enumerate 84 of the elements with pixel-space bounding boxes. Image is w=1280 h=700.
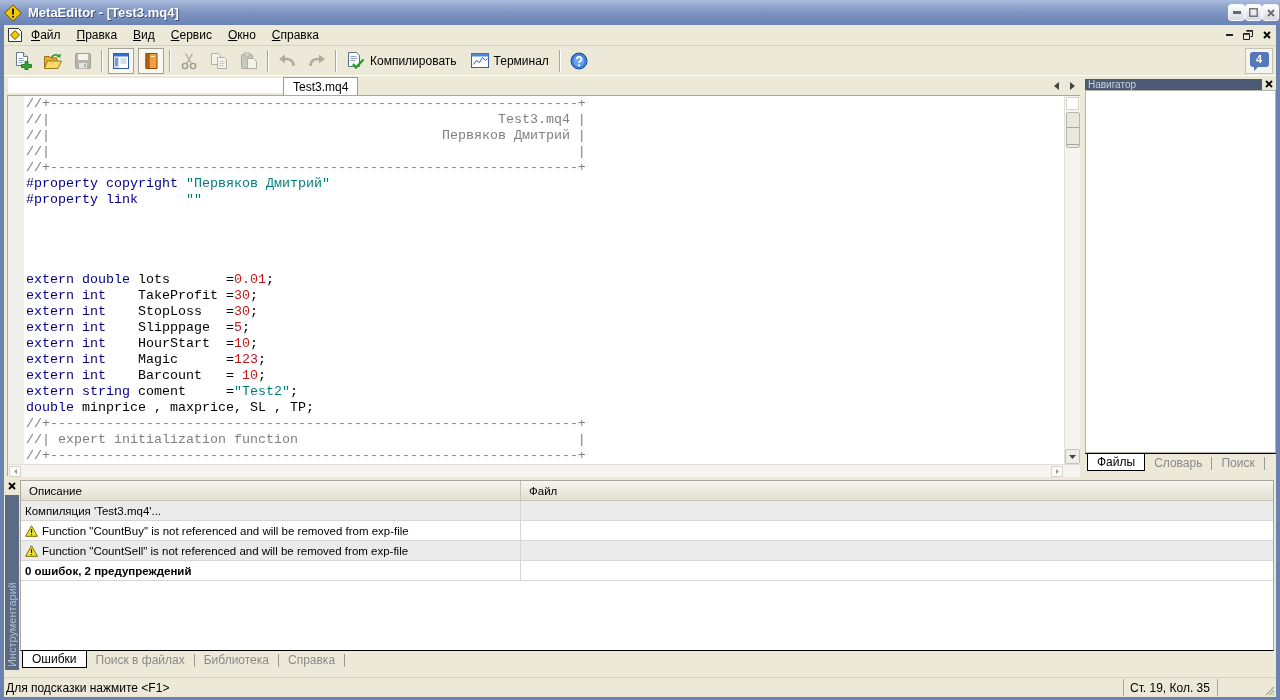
vertical-scrollbar[interactable] [1064,96,1080,464]
panel-tab[interactable]: Файлы [1087,454,1146,471]
document-check-icon [347,51,365,70]
terminal-button[interactable]: Терминал [465,47,554,74]
table-row[interactable]: Function "CountBuy" is not referenced and will be removed from exp-file [21,521,1273,541]
code-line: extern int Magic =123; [26,352,266,368]
scrollbar-thumb[interactable] [1065,112,1080,148]
status-hint: Для подсказки нажмите <F1> [5,680,171,695]
copy-icon [210,51,228,70]
code-line: //| expert initialization function | [26,432,586,448]
column-header[interactable]: Файл [520,481,1273,500]
panel-tab[interactable]: Ошибки [22,651,87,668]
code-line: //| | [26,144,586,160]
close-icon [1263,31,1271,39]
document-icon [7,27,23,43]
diamond-icon [4,3,22,22]
window-title: MetaEditor - [Test3.mq4] [28,5,179,20]
folder-open-icon [44,51,62,70]
scroll-down-button[interactable] [1065,449,1080,464]
code-line: extern int Slipppage =5; [26,320,250,336]
cut-icon [180,51,198,70]
restore-icon [1243,30,1253,40]
code-line: extern int StopLoss =30; [26,304,258,320]
close-icon [1266,8,1275,17]
help-icon [569,51,588,70]
resize-grip-icon [1264,685,1275,696]
document-tab[interactable]: Test3.mq4 [283,77,359,95]
maximize-icon [1249,8,1258,17]
save-icon [74,51,92,70]
code-line: //| Первяков Дмитрий | [26,128,586,144]
code-line: double minprice , maxprice, SL , TP; [26,400,314,416]
paste-icon [240,51,258,70]
toolbox-toggle-button[interactable] [138,47,164,74]
cursor-position: Ст. 19, Кол. 35 [1123,679,1218,696]
caret-right-icon [1055,468,1059,474]
code-line: #property copyright "Первяков Дмитрий" [26,176,330,192]
menu-item[interactable]: Правка [68,25,126,45]
compile-button[interactable]: Компилировать [342,47,462,74]
close-icon [8,482,16,490]
table-row[interactable]: 0 ошибок, 2 предупреждений [21,561,1273,581]
panel-title: Инструментарий [6,580,18,669]
minimize-icon [1225,34,1233,36]
menu-item[interactable]: Вид [125,25,163,45]
minimize-icon [1232,11,1241,14]
code-line: //+------------------------------------------------------------------+ [26,96,586,112]
message-text: Компиляция 'Test3.mq4'... [25,504,162,517]
column-header[interactable]: Описание [21,481,520,500]
new-file-icon [14,51,32,70]
warning-icon [25,524,38,537]
close-button[interactable] [5,480,19,492]
message-text: Function "CountBuy" is not referenced and will be removed from exp-file [42,524,409,537]
warning-icon [25,544,38,557]
code-line: extern int Barcount = 10; [26,368,266,384]
code-line: //+------------------------------------------------------------------+ [26,416,586,432]
code-line: //+------------------------------------------------------------------+ [26,448,586,464]
panel-title: Навигатор [1085,78,1262,90]
list-window-icon [112,51,130,70]
message-text: Function "CountSell" is not referenced and will be removed from exp-file [42,544,409,557]
book-icon [142,51,160,70]
code-line: #property link "" [26,192,202,208]
close-button[interactable] [1262,78,1276,90]
caret-left-icon [1053,82,1059,90]
close-icon [1265,80,1273,88]
code-line: //+------------------------------------------------------------------+ [26,160,586,176]
messages-button[interactable]: 4 [1245,47,1273,74]
minimize-button[interactable] [1228,4,1245,21]
message-text: 0 ошибок, 2 предупреждений [25,564,192,577]
table-row[interactable]: Компиляция 'Test3.mq4'... [21,501,1273,521]
code-line: //| Test3.mq4 | [26,112,586,128]
code-line: extern double lots =0.01; [26,272,274,288]
code-line: extern int HourStart =10; [26,336,258,352]
navigator-toggle-button[interactable] [108,47,134,74]
chart-window-icon [470,51,489,70]
caret-left-icon [13,468,17,474]
table-row[interactable]: Function "CountSell" is not referenced and will be removed from exp-file [21,541,1273,561]
menu-item[interactable]: Файл [23,25,69,45]
code-line: extern string coment ="Test2"; [26,384,298,400]
chevron-down-icon [1069,454,1076,459]
code-line: extern int TakeProfit =30; [26,288,258,304]
menu-item[interactable]: Сервис [162,25,220,45]
caret-right-icon [1069,82,1075,90]
menu-item[interactable]: Окно [219,25,264,45]
maximize-button[interactable] [1245,4,1262,21]
menu-item[interactable]: Справка [263,25,327,45]
